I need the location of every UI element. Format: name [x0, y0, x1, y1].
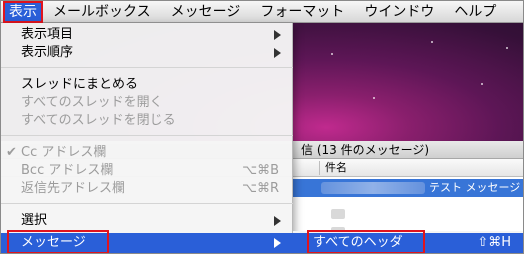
submenu-arrow-icon: [274, 216, 281, 226]
submenu-arrow-icon: [274, 48, 281, 58]
annotation-box-all-headers: [307, 230, 425, 253]
column-separator: [319, 161, 320, 175]
menu-view[interactable]: 表示: [3, 1, 43, 23]
menu-item-collapse-all-threads: すべてのスレッドを閉じる: [1, 112, 293, 130]
menu-item-shortcut: ⇧⌘H: [477, 235, 511, 250]
menu-item-label: スレッドにまとめる: [21, 77, 139, 92]
menu-item-expand-all-threads: すべてのスレッドを開く: [1, 94, 293, 112]
blurred-sender: [321, 182, 425, 194]
menu-help[interactable]: ヘルプ: [444, 1, 506, 23]
view-menu-dropdown: 表示項目 表示順序 スレッドにまとめる すべてのスレッドを開く すべてのスレッド…: [1, 23, 293, 253]
screenshot-frame: 信 (13 件のメッセージ) 件名 テスト メッセージ 表示 メールボックス メ…: [0, 0, 524, 254]
menu-bar: 表示 メールボックス メッセージ フォーマット ウインドウ ヘルプ: [1, 1, 523, 23]
star-decoration: [481, 83, 483, 85]
menu-item-bcc-field: Bcc アドレス欄 ⌥⌘B: [1, 162, 293, 180]
menu-window[interactable]: ウインドウ: [354, 1, 444, 23]
list-item[interactable]: [331, 209, 345, 219]
menu-item-label: 返信先アドレス欄: [21, 181, 126, 196]
selected-message-row[interactable]: テスト メッセージ: [293, 179, 523, 197]
message-subject: テスト メッセージ: [429, 181, 521, 194]
menu-item-label: すべてのスレッドを閉じる: [21, 113, 176, 128]
menu-item-label: Cc アドレス欄: [21, 145, 107, 160]
annotation-box-message-item: [7, 230, 109, 253]
menu-item-label: 選択: [21, 213, 48, 228]
menu-item-label: 表示順序: [21, 45, 74, 60]
star-decoration: [506, 47, 508, 49]
subject-column-header[interactable]: 件名: [325, 161, 347, 174]
menu-mailbox[interactable]: メールボックス: [43, 1, 161, 23]
menu-separator: [1, 135, 293, 136]
menu-item-label: 表示項目: [21, 27, 74, 42]
menu-item-shortcut: ⌥⌘R: [241, 181, 279, 196]
menu-item-reply-to-field: 返信先アドレス欄 ⌥⌘R: [1, 180, 293, 198]
submenu-arrow-icon: [274, 238, 281, 248]
star-decoration: [331, 53, 333, 55]
star-decoration: [373, 97, 375, 99]
menu-separator: [1, 203, 293, 204]
menu-item-display-columns[interactable]: 表示項目: [1, 26, 293, 44]
menu-item-cc-field: ✔ Cc アドレス欄: [1, 144, 293, 162]
menu-item-label: すべてのスレッドを開く: [21, 95, 163, 110]
menu-item-select[interactable]: 選択: [1, 212, 293, 230]
submenu-arrow-icon: [274, 30, 281, 40]
menu-format[interactable]: フォーマット: [250, 1, 354, 23]
star-decoration: [431, 41, 433, 43]
menu-item-label: Bcc アドレス欄: [21, 163, 114, 178]
menu-item-sort-order[interactable]: 表示順序: [1, 44, 293, 62]
checkmark-icon: ✔: [6, 145, 17, 160]
menu-item-shortcut: ⌥⌘B: [242, 163, 279, 178]
menu-message[interactable]: メッセージ: [161, 1, 251, 23]
menu-item-organize-by-thread[interactable]: スレッドにまとめる: [1, 76, 293, 94]
menu-separator: [1, 67, 293, 68]
